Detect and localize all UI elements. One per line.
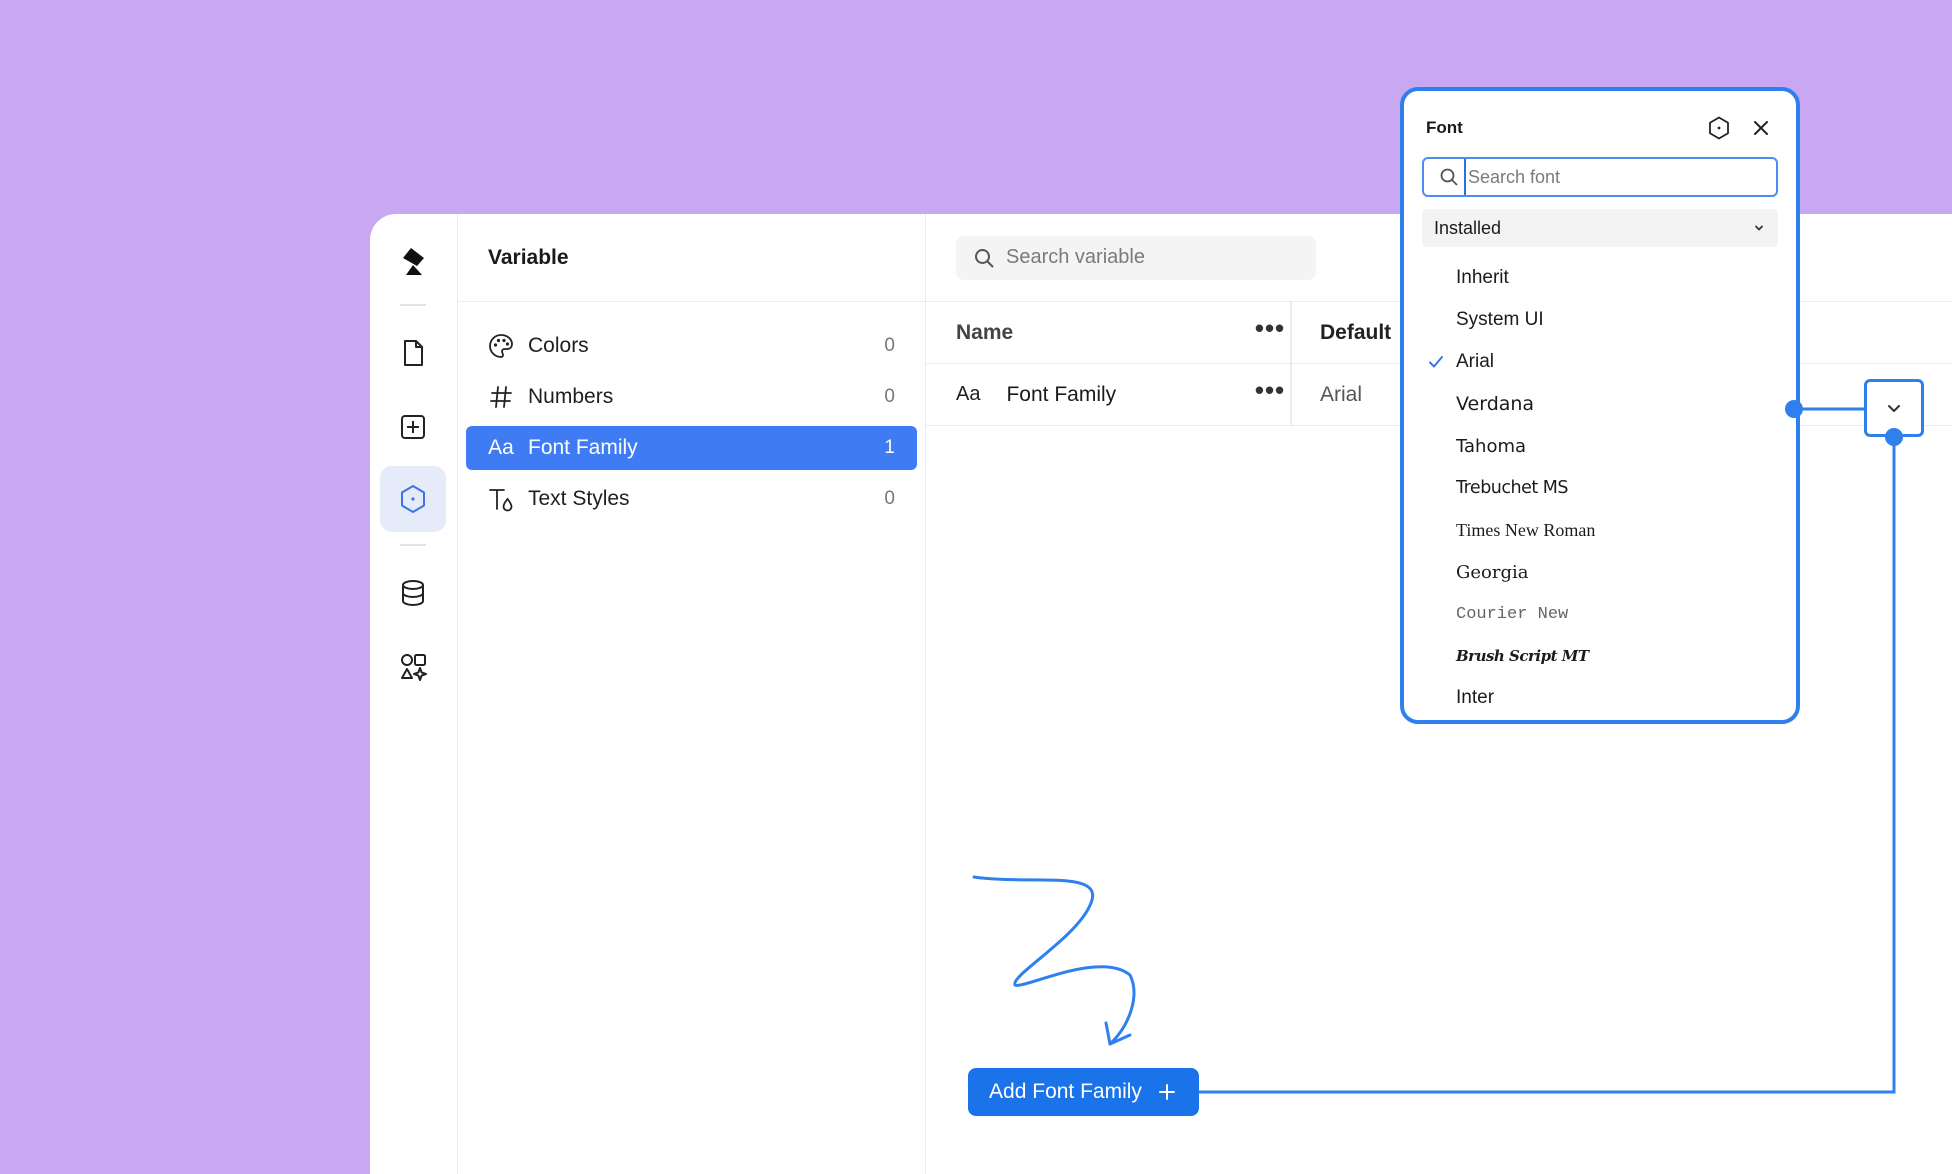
- font-option-inter[interactable]: Inter: [1422, 677, 1778, 719]
- popover-header: Font: [1426, 113, 1774, 143]
- palette-icon: [486, 331, 516, 361]
- logo-icon: [403, 248, 424, 275]
- check-icon: [1429, 356, 1443, 368]
- category-label: Text Styles: [528, 487, 630, 510]
- font-aa-icon: Aa: [488, 436, 514, 459]
- font-option-times-new-roman[interactable]: Times New Roman: [1422, 509, 1778, 551]
- font-search-field[interactable]: [1422, 157, 1778, 197]
- rail-database-button[interactable]: [380, 560, 446, 626]
- close-icon[interactable]: [1748, 115, 1774, 141]
- rail-divider: [400, 544, 426, 546]
- font-option-arial[interactable]: Arial: [1422, 341, 1778, 383]
- font-option-trebuchet-ms[interactable]: Trebuchet MS: [1422, 467, 1778, 509]
- column-menu-button[interactable]: •••: [1252, 302, 1288, 363]
- panel-title: Variable: [458, 214, 925, 302]
- font-option-verdana[interactable]: Verdana: [1422, 383, 1778, 425]
- font-popover: Font Installed Inherit System UI Arial V…: [1400, 87, 1800, 724]
- more-icon: •••: [1254, 312, 1286, 343]
- rail-add-button[interactable]: [380, 394, 446, 460]
- font-dropdown-trigger[interactable]: [1864, 379, 1924, 437]
- chevron-down-icon: [1888, 405, 1900, 412]
- page-icon: [404, 340, 423, 366]
- category-list: Colors 0 Numbers 0 Aa Font Family 1 Text…: [458, 302, 925, 521]
- category-count: 0: [884, 386, 895, 407]
- add-font-family-button[interactable]: Add Font Family: [968, 1068, 1199, 1116]
- font-option-courier-new[interactable]: Courier New: [1422, 593, 1778, 635]
- category-text-styles[interactable]: Text Styles 0: [466, 477, 917, 521]
- category-count: 0: [884, 335, 895, 356]
- category-label: Font Family: [528, 436, 638, 459]
- app-logo[interactable]: [380, 228, 446, 294]
- more-icon: •••: [1254, 374, 1286, 405]
- column-header-default[interactable]: Default: [1320, 302, 1391, 363]
- category-label: Numbers: [528, 385, 614, 408]
- row-name-cell[interactable]: Aa Font Family: [956, 364, 1256, 425]
- add-square-icon: [401, 415, 425, 439]
- font-option-inherit[interactable]: Inherit: [1422, 257, 1778, 299]
- search-variable-input[interactable]: Search variable: [956, 235, 1316, 280]
- category-colors[interactable]: Colors 0: [466, 324, 917, 368]
- font-option-label: Arial: [1456, 351, 1495, 372]
- add-button-label: Add Font Family: [989, 1080, 1142, 1103]
- column-divider: [1290, 302, 1292, 363]
- column-divider: [1290, 364, 1292, 425]
- font-aa-icon: Aa: [956, 383, 981, 405]
- font-option-tahoma[interactable]: Tahoma: [1422, 425, 1778, 467]
- rail-divider: [400, 304, 426, 306]
- font-source-value: Installed: [1434, 217, 1502, 238]
- search-icon: [975, 248, 994, 268]
- category-numbers[interactable]: Numbers 0: [466, 375, 917, 419]
- font-search-input[interactable]: [1464, 159, 1776, 195]
- rail-components-button[interactable]: [380, 634, 446, 700]
- components-icon: [401, 654, 427, 681]
- font-list: Inherit System UI Arial Verdana Tahoma T…: [1422, 257, 1778, 719]
- search-placeholder: Search variable: [1006, 246, 1145, 268]
- search-icon: [1440, 168, 1458, 186]
- variable-hex-icon: [401, 485, 425, 513]
- row-default-value[interactable]: Arial: [1320, 364, 1362, 425]
- rail-variables-button[interactable]: [380, 466, 446, 532]
- row-name: Font Family: [1006, 382, 1117, 406]
- chevron-down-icon: [1755, 225, 1763, 231]
- icon-rail: [370, 214, 458, 1174]
- font-source-select[interactable]: Installed: [1422, 209, 1778, 247]
- category-font-family[interactable]: Aa Font Family 1: [466, 426, 917, 470]
- rail-pages-button[interactable]: [380, 320, 446, 386]
- category-label: Colors: [528, 334, 589, 357]
- category-count: 0: [884, 488, 895, 509]
- font-option-georgia[interactable]: Georgia: [1422, 551, 1778, 593]
- column-header-name[interactable]: Name: [956, 302, 1256, 363]
- variable-hex-icon[interactable]: [1706, 115, 1732, 141]
- font-option-brush-script-mt[interactable]: Brush Script MT: [1422, 635, 1778, 677]
- text-style-icon: [486, 484, 516, 514]
- popover-title: Font: [1426, 118, 1463, 137]
- font-option-system-ui[interactable]: System UI: [1422, 299, 1778, 341]
- database-icon: [402, 580, 424, 607]
- variable-category-panel: Variable Colors 0 Numbers 0 Aa Font Fami…: [458, 214, 926, 1174]
- category-count: 1: [884, 437, 895, 458]
- row-menu-button[interactable]: •••: [1252, 364, 1288, 425]
- plus-icon: [1158, 1084, 1175, 1100]
- hash-icon: [486, 382, 516, 412]
